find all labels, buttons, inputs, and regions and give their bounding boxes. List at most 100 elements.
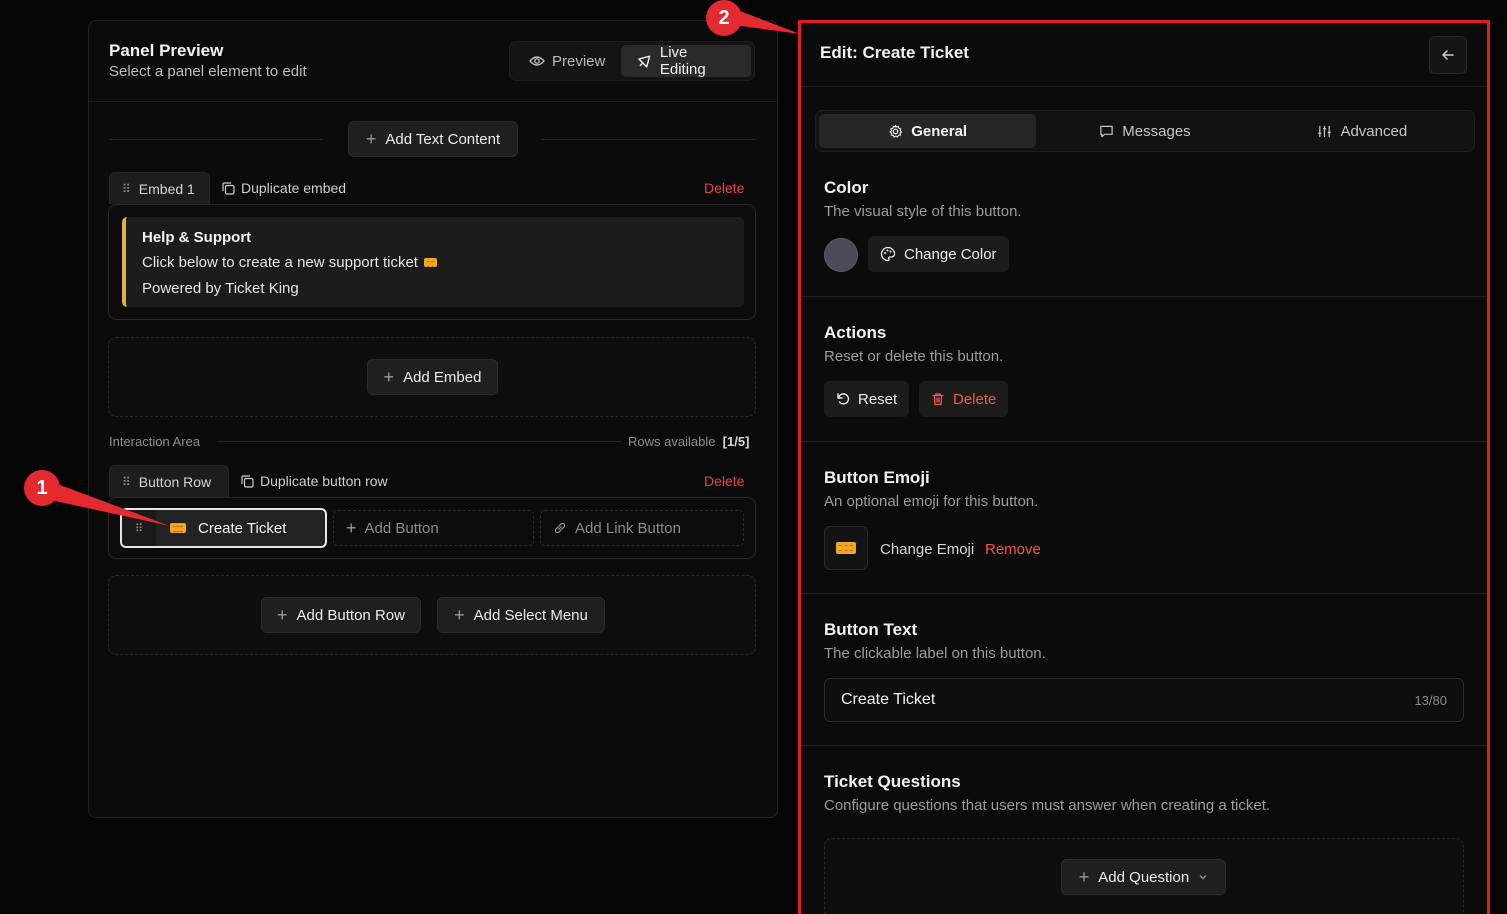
annotation-badge-2: 2 [706, 0, 742, 36]
embed-description: Click below to create a new support tick… [142, 254, 728, 271]
reset-button[interactable]: Reset [824, 381, 910, 417]
duplicate-embed-link[interactable]: Duplicate embed [222, 180, 346, 196]
char-count: 13/80 [1414, 692, 1447, 708]
ticket-emoji-icon [170, 523, 186, 533]
add-button-row-label: Add Button Row [296, 606, 405, 624]
duplicate-button-row-link[interactable]: Duplicate button row [241, 473, 388, 489]
add-link-button-slot[interactable]: Add Link Button [540, 510, 744, 546]
color-swatch[interactable] [824, 238, 858, 272]
tab-messages[interactable]: Messages [1036, 114, 1253, 148]
tab-messages-label: Messages [1122, 122, 1191, 140]
create-ticket-label: Create Ticket [198, 519, 287, 537]
change-emoji-button[interactable]: Change Emoji [880, 541, 974, 558]
add-question-label: Add Question [1098, 868, 1190, 886]
mode-toggle: Preview Live Editing [509, 41, 755, 81]
drag-handle-icon[interactable]: ⠿ [122, 475, 131, 489]
drag-handle-icon[interactable]: ⠿ [122, 182, 131, 196]
rows-available: Rows available [1/5] [628, 434, 749, 449]
create-ticket-button[interactable]: ⠿ Create Ticket [120, 508, 327, 548]
add-row-area [108, 575, 756, 655]
tab-advanced[interactable]: Advanced [1254, 114, 1471, 148]
chevron-down-icon [1199, 875, 1207, 880]
reset-icon [837, 393, 850, 405]
copy-icon [222, 181, 235, 195]
embed-container[interactable]: Help & Support Click below to create a n… [108, 204, 756, 320]
plus-icon: + [1078, 867, 1090, 887]
palette-icon [880, 246, 896, 262]
embed-line-1: Click below to create a new support tick… [142, 254, 418, 271]
arrow-left-icon [1442, 50, 1454, 60]
emoji-title: Button Emoji [824, 468, 930, 487]
eye-icon [529, 56, 545, 66]
embed-title: Help & Support [142, 229, 252, 246]
actions-title: Actions [824, 323, 887, 342]
delete-embed-link[interactable]: Delete [704, 180, 744, 196]
add-text-content-button[interactable]: + Add Text Content [348, 121, 518, 157]
plus-icon: + [277, 605, 288, 625]
annotation-badge-1: 1 [24, 470, 60, 506]
delete-button-row-link[interactable]: Delete [704, 473, 744, 489]
button-text-input[interactable]: Create Ticket 13/80 [824, 678, 1464, 722]
button-row-tab[interactable]: ⠿ Button Row [109, 465, 229, 497]
add-embed-button[interactable]: + Add Embed [367, 359, 498, 395]
button-text-value: Create Ticket [841, 691, 936, 708]
add-embed-label: Add Embed [403, 368, 482, 386]
preview-mode-button[interactable]: Preview [513, 45, 621, 77]
emoji-preview[interactable] [824, 526, 868, 570]
link-icon [554, 522, 566, 534]
interaction-area-label: Interaction Area [109, 434, 201, 449]
brush-icon [638, 55, 651, 68]
emoji-section: Button Emoji An optional emoji for this … [801, 442, 1487, 594]
add-button-row-button[interactable]: + Add Button Row [261, 597, 421, 633]
tab-general[interactable]: General [819, 114, 1037, 148]
preview-mode-label: Preview [552, 52, 606, 70]
add-question-button[interactable]: + Add Question [1061, 859, 1226, 895]
plus-icon: + [346, 518, 357, 538]
plus-icon: + [365, 129, 377, 149]
delete-label: Delete [953, 390, 997, 408]
ticket-questions-title: Ticket Questions [824, 772, 961, 791]
editor-tabs: General Messages Advanced [815, 110, 1475, 152]
rows-available-value: [1/5] [722, 434, 750, 449]
embed-content[interactable]: Help & Support Click below to create a n… [122, 217, 744, 307]
button-text-description: The clickable label on this button. [824, 645, 1046, 662]
message-icon [1100, 125, 1114, 137]
duplicate-embed-label: Duplicate embed [241, 180, 347, 196]
tab-advanced-label: Advanced [1340, 122, 1408, 140]
edit-panel-title: Edit: Create Ticket [820, 43, 969, 62]
plus-icon: + [383, 367, 395, 387]
embed-footer: Powered by Ticket King [142, 280, 299, 297]
change-color-button[interactable]: Change Color [868, 236, 1009, 272]
live-editing-label: Live Editing [659, 44, 706, 78]
copy-icon [241, 474, 254, 488]
add-select-menu-label: Add Select Menu [473, 606, 588, 624]
drag-handle-icon[interactable]: ⠿ [122, 510, 156, 546]
rows-available-label: Rows available [628, 434, 716, 449]
color-section: Color The visual style of this button. C… [801, 163, 1487, 297]
actions-description: Reset or delete this button. [824, 348, 1004, 365]
delete-button[interactable]: Delete [919, 381, 1009, 417]
add-button-label: Add Button [364, 519, 439, 537]
reset-label: Reset [858, 390, 898, 408]
remove-emoji-button[interactable]: Remove [985, 541, 1041, 558]
panel-preview-header: Panel Preview Select a panel element to … [89, 21, 777, 102]
add-select-menu-button[interactable]: + Add Select Menu [437, 597, 605, 633]
divider [109, 139, 323, 140]
back-button[interactable] [1429, 36, 1467, 74]
ticket-emoji-icon [836, 542, 856, 554]
ticket-questions-description: Configure questions that users must answ… [824, 797, 1271, 814]
live-editing-mode-button[interactable]: Live Editing [621, 44, 751, 78]
embed-tab[interactable]: ⠿ Embed 1 [109, 172, 210, 204]
ticket-questions-section: Ticket Questions Configure questions tha… [801, 746, 1487, 914]
color-title: Color [824, 178, 869, 197]
actions-section: Actions Reset or delete this button. Res… [801, 297, 1487, 442]
change-color-label: Change Color [904, 245, 997, 263]
divider [217, 441, 621, 442]
button-text-section: Button Text The clickable label on this … [801, 594, 1487, 746]
divider [542, 139, 756, 140]
add-button-slot[interactable]: + Add Button [333, 510, 534, 546]
button-text-title: Button Text [824, 620, 918, 639]
tab-general-label: General [911, 122, 968, 140]
embed-tab-label: Embed 1 [138, 180, 195, 197]
edit-panel: Edit: Create Ticket General Messages Adv… [798, 20, 1490, 914]
